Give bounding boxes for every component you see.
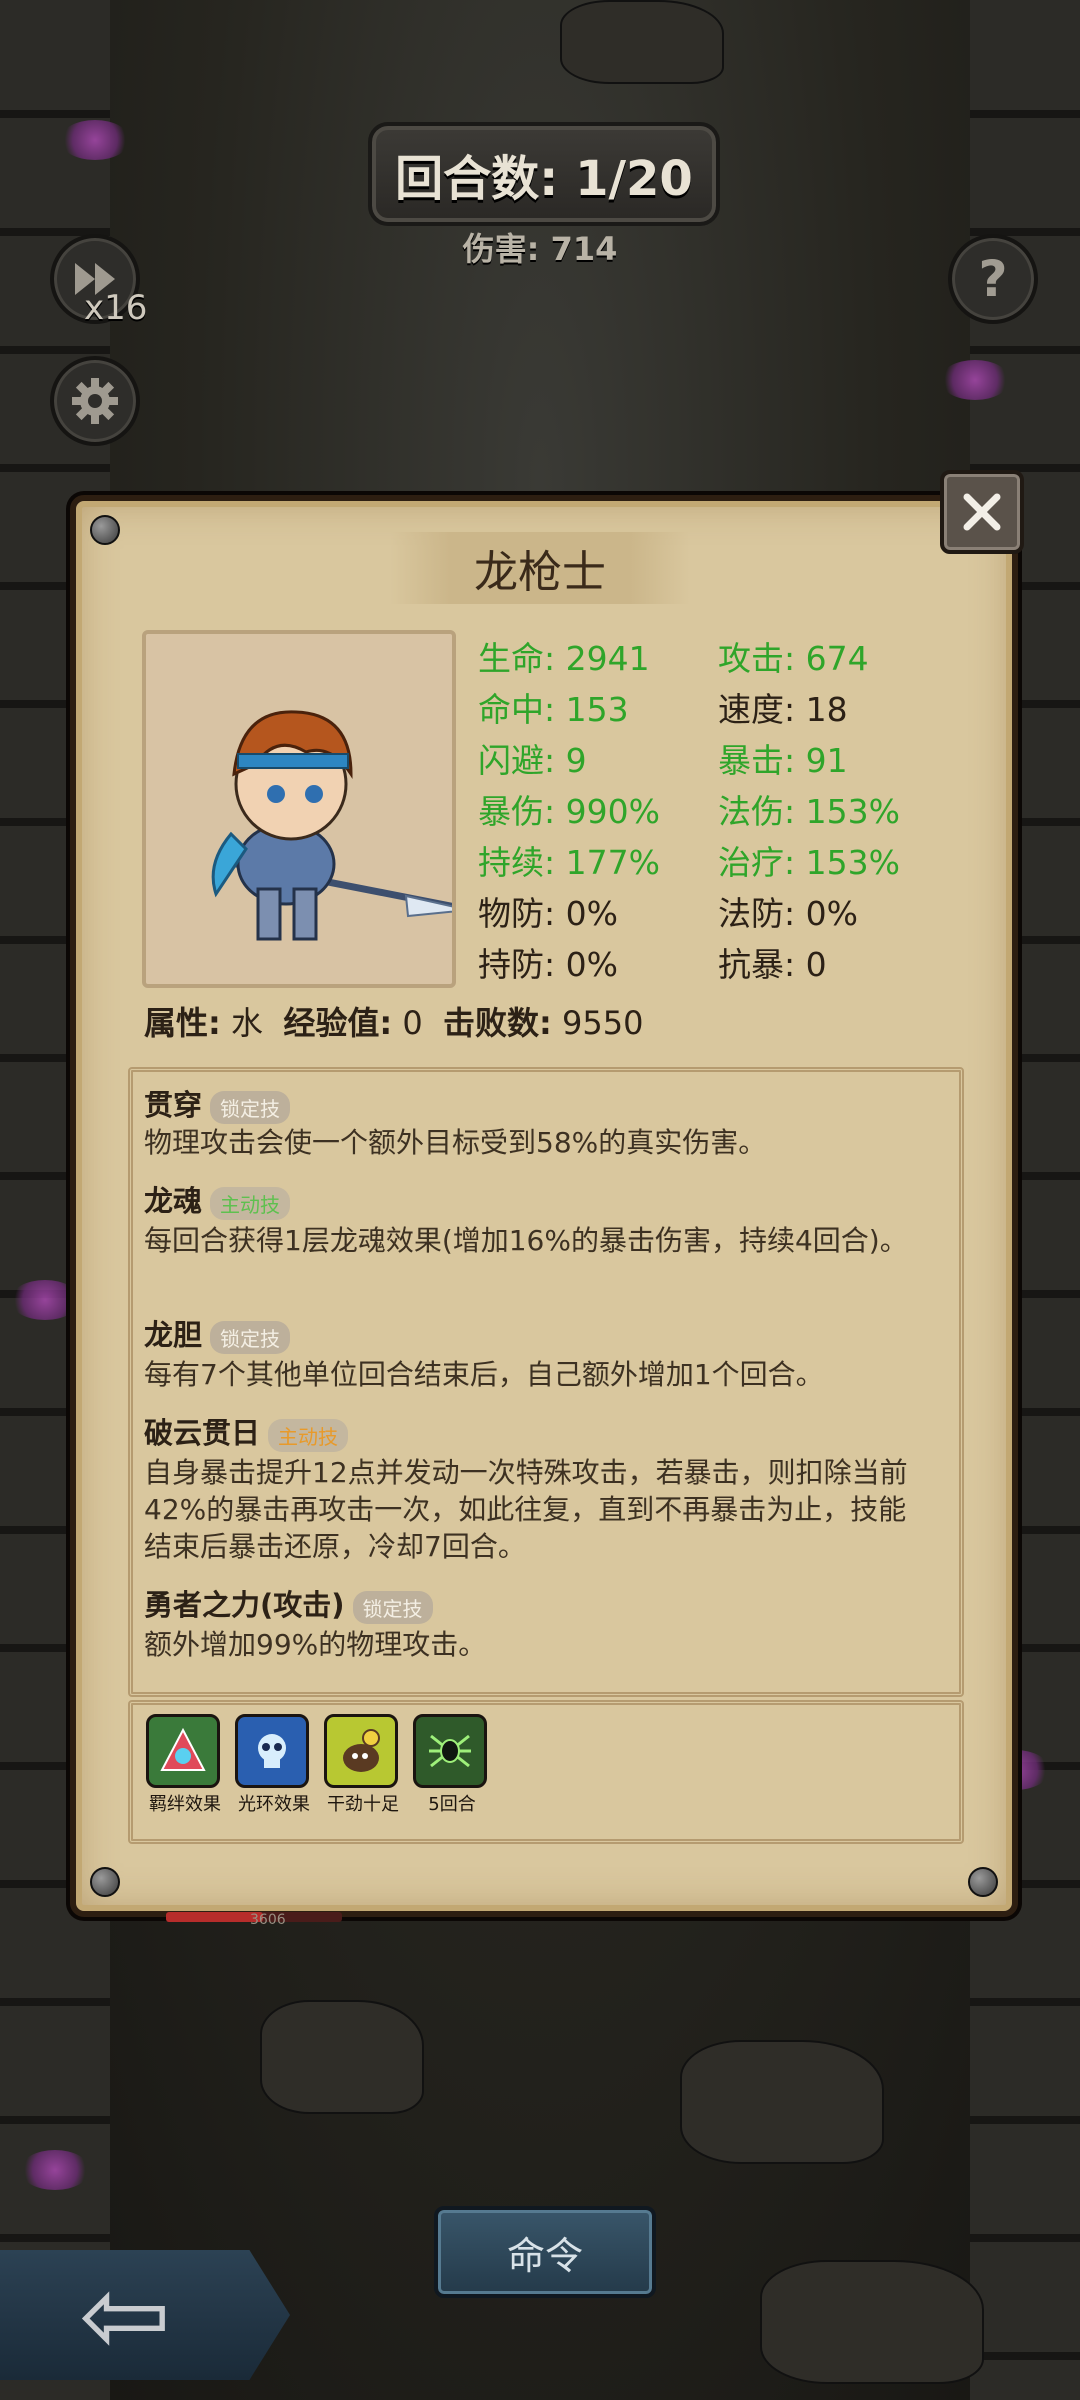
rivet	[968, 1867, 998, 1897]
buff-item[interactable]: 干劲十足	[324, 1714, 402, 1816]
crystal-decoration	[20, 2150, 90, 2190]
dragon-lancer-figure	[211, 710, 469, 941]
skill-tag: 锁定技	[352, 1590, 433, 1624]
stat-entry: 命中: 153	[478, 690, 629, 729]
skill-name: 破云贯日	[144, 1416, 261, 1450]
skill-description: 每回合获得1层龙魂效果(增加16%的暴击伤害，持续4回合)。	[144, 1224, 908, 1257]
skill-tag: 锁定技	[210, 1090, 291, 1124]
round-counter: 回合数: 1/20	[368, 122, 720, 226]
buff-item[interactable]: 光环效果	[235, 1714, 313, 1816]
back-arrow-icon: ⇦	[78, 2251, 172, 2379]
attribute-label: 属性:	[144, 1004, 221, 1042]
stat-entry: 法防: 0%	[718, 894, 858, 933]
rivet	[90, 515, 120, 545]
crystal-decoration	[940, 360, 1010, 400]
buff-item[interactable]: 羁绊效果	[146, 1714, 224, 1816]
skill-description: 额外增加99%的物理攻击。	[144, 1628, 487, 1661]
stat-entry: 闪避: 9	[478, 741, 587, 780]
command-button[interactable]: 命令	[434, 2206, 656, 2298]
skill-name: 龙魂	[144, 1184, 203, 1218]
skill-description: 每有7个其他单位回合结束后，自己额外增加1个回合。	[144, 1358, 824, 1391]
skill-tag: 主动技	[210, 1186, 291, 1220]
skill-tag: 主动技	[268, 1418, 349, 1452]
stat-entry: 暴伤: 990%	[478, 792, 660, 831]
crystal-decoration	[60, 120, 130, 160]
buff-label: 光环效果	[238, 1794, 310, 1815]
skill-title: 贯穿 锁定技	[144, 1082, 291, 1124]
gear-icon	[72, 378, 118, 424]
skill-description: 物理攻击会使一个额外目标受到58%的真实伤害。	[144, 1126, 767, 1159]
buff-label: 5回合	[428, 1794, 476, 1815]
kills-label: 击败数:	[443, 1004, 552, 1042]
rubble	[560, 0, 724, 84]
stat-entry: 持防: 0%	[478, 945, 618, 984]
buff-label: 羁绊效果	[149, 1794, 221, 1815]
question-mark-icon: ?	[978, 250, 1008, 308]
help-button[interactable]: ?	[948, 234, 1038, 324]
hero-portrait	[142, 630, 469, 988]
stat-entry: 生命: 2941	[478, 639, 650, 678]
stat-entry: 暴击: 91	[718, 741, 848, 780]
hero-name: 龙枪士	[390, 532, 690, 604]
close-panel-button[interactable]	[940, 470, 1024, 554]
skill-tag: 锁定技	[210, 1320, 291, 1354]
skill-name: 勇者之力(攻击)	[144, 1588, 345, 1622]
exp-value: 0	[402, 1004, 423, 1042]
spider-icon	[413, 1714, 487, 1788]
skill-title: 龙魂 主动技	[144, 1178, 291, 1220]
rubble	[760, 2260, 984, 2384]
skill-name: 龙胆	[144, 1318, 203, 1352]
stat-entry: 速度: 18	[718, 690, 848, 729]
buff-item[interactable]: 5回合	[413, 1714, 491, 1816]
exp-label: 经验值:	[283, 1004, 393, 1042]
stat-entry: 抗暴: 0	[718, 945, 827, 984]
attribute-value: 水	[230, 1004, 263, 1042]
rivet	[90, 1867, 120, 1897]
skill-description: 自身暴击提升12点并发动一次特殊攻击，若暴击，则扣除当前42%的暴击再攻击一次，…	[144, 1456, 908, 1563]
stat-entry: 攻击: 674	[718, 639, 869, 678]
skull-aura-icon	[235, 1714, 309, 1788]
bond-icon	[146, 1714, 220, 1788]
skill-name: 贯穿	[144, 1088, 203, 1122]
crossed-swords-close-icon	[963, 493, 1001, 531]
hero-info-line: 属性: 水 经验值: 0 击败数: 9550	[144, 998, 643, 1044]
skill-title: 勇者之力(攻击) 锁定技	[144, 1582, 433, 1624]
buff-label: 干劲十足	[327, 1794, 399, 1815]
skill-title: 龙胆 锁定技	[144, 1312, 291, 1354]
rubble	[680, 2040, 884, 2164]
damage-counter: 伤害: 714	[462, 230, 618, 268]
back-button[interactable]: ⇦	[0, 2250, 290, 2380]
stat-entry: 治疗: 153%	[718, 843, 900, 882]
motivated-icon	[324, 1714, 398, 1788]
unit-hp-fill	[166, 1912, 263, 1922]
skill-title: 破云贯日 主动技	[144, 1410, 349, 1452]
settings-button[interactable]	[50, 356, 140, 446]
speed-multiplier: x16	[84, 288, 148, 328]
stat-entry: 法伤: 153%	[718, 792, 900, 831]
stat-entry: 物防: 0%	[478, 894, 618, 933]
unit-hp-value: 3606	[250, 1912, 286, 1928]
stat-entry: 持续: 177%	[478, 843, 660, 882]
kills-value: 9550	[562, 1004, 644, 1042]
rubble	[260, 2000, 424, 2114]
